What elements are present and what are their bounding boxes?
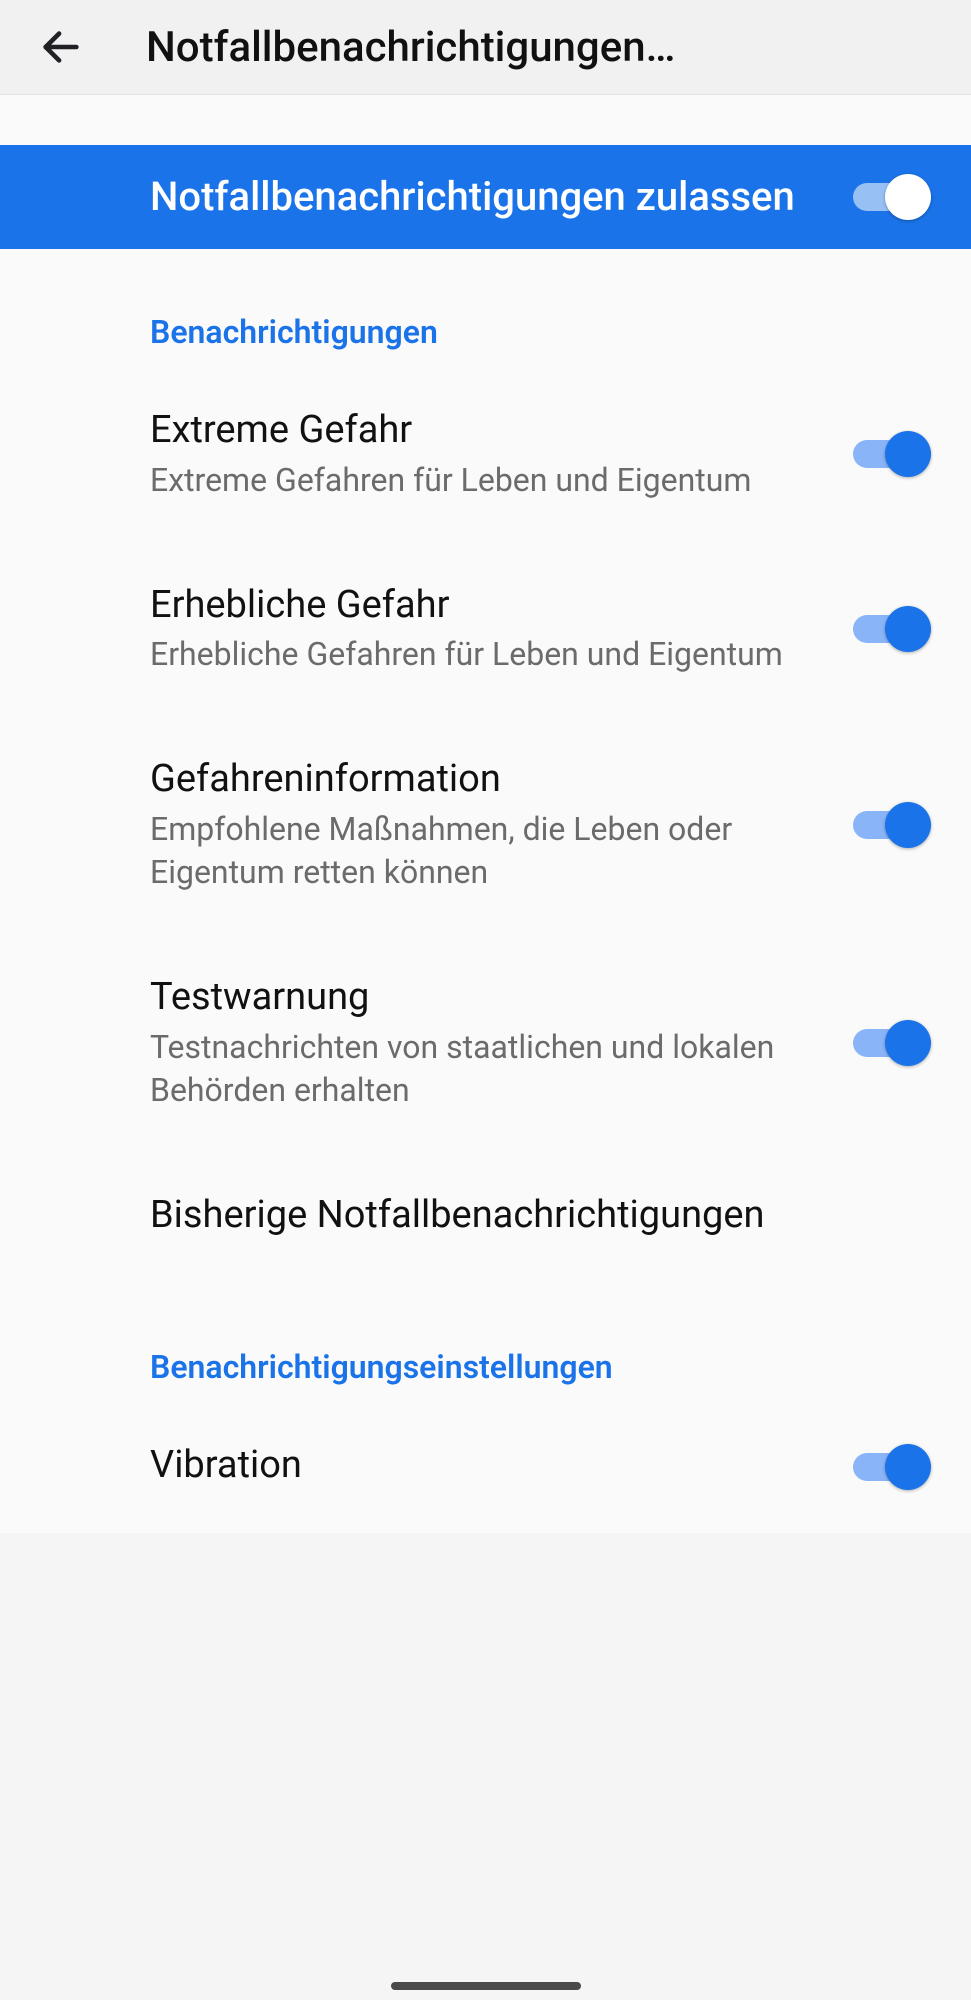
severe-threat-switch[interactable] [853,604,931,654]
row-text: Testwarnung Testnachrichten von staatlic… [150,974,853,1112]
extreme-threat-switch[interactable] [853,429,931,479]
switch-thumb [885,1444,931,1490]
row-text: Erhebliche Gefahr Erhebliche Gefahren fü… [150,582,853,677]
row-title: Testwarnung [150,974,823,1022]
row-subtitle: Erhebliche Gefahren für Leben und Eigent… [150,633,823,676]
content: Notfallbenachrichtigungen zulassen Benac… [0,95,971,1533]
switch-thumb [885,174,931,220]
row-subtitle: Empfohlene Maßnahmen, die Leben oder Eig… [150,808,823,894]
page-title: Notfallbenachrichtigungen… [146,23,953,72]
switch-thumb [885,802,931,848]
switch-thumb [885,1020,931,1066]
row-title: Vibration [150,1442,823,1490]
master-toggle-switch[interactable] [853,172,931,222]
row-title: Erhebliche Gefahr [150,582,823,630]
row-text: Extreme Gefahr Extreme Gefahren für Lebe… [150,407,853,502]
row-vibration[interactable]: Vibration [0,1402,971,1534]
hazard-info-switch[interactable] [853,800,931,850]
row-title: Bisherige Notfallbenachrichtigungen [150,1192,901,1240]
row-alert-history[interactable]: Bisherige Notfallbenachrichtigungen [0,1152,971,1284]
section-header-settings: Benachrichtigungseinstellungen [0,1284,971,1402]
row-text: Vibration [150,1442,853,1494]
switch-thumb [885,606,931,652]
test-alert-switch[interactable] [853,1018,931,1068]
master-toggle-row[interactable]: Notfallbenachrichtigungen zulassen [0,145,971,249]
app-bar: Notfallbenachrichtigungen… [0,0,971,95]
row-subtitle: Extreme Gefahren für Leben und Eigentum [150,459,823,502]
switch-thumb [885,431,931,477]
row-text: Bisherige Notfallbenachrichtigungen [150,1192,931,1244]
row-title: Extreme Gefahr [150,407,823,455]
row-extreme-threat[interactable]: Extreme Gefahr Extreme Gefahren für Lebe… [0,367,971,542]
arrow-back-icon [38,24,84,70]
row-severe-threat[interactable]: Erhebliche Gefahr Erhebliche Gefahren fü… [0,542,971,717]
section-header-notifications: Benachrichtigungen [0,249,971,367]
row-subtitle: Testnachrichten von staatlichen und loka… [150,1026,823,1112]
row-text: Gefahreninformation Empfohlene Maßnahmen… [150,756,853,894]
vibration-switch[interactable] [853,1442,931,1492]
row-hazard-info[interactable]: Gefahreninformation Empfohlene Maßnahmen… [0,716,971,934]
spacer [0,95,971,145]
row-test-alert[interactable]: Testwarnung Testnachrichten von staatlic… [0,934,971,1152]
home-indicator[interactable] [391,1982,581,1990]
master-toggle-label: Notfallbenachrichtigungen zulassen [150,172,853,222]
row-title: Gefahreninformation [150,756,823,804]
back-button[interactable] [26,12,96,82]
